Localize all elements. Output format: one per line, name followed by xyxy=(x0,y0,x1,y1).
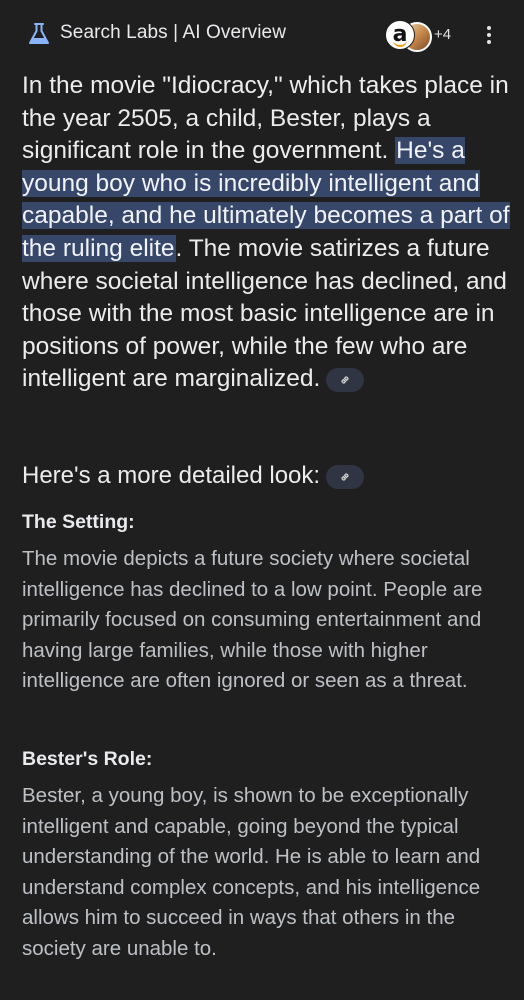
labs-flask-icon xyxy=(26,21,52,47)
details-heading-text: Here's a more detailed look: xyxy=(22,462,321,489)
sources-button[interactable]: a +4 xyxy=(385,20,465,52)
details-heading: Here's a more detailed look: xyxy=(22,460,365,492)
bester-role-section-body: Bester, a young boy, is shown to be exce… xyxy=(22,784,481,960)
details-link-button[interactable] xyxy=(326,464,365,489)
sources-count: +4 xyxy=(434,26,452,43)
bester-role-section-title: Bester's Role: xyxy=(22,748,153,770)
link-icon xyxy=(341,472,349,481)
citation-link-button[interactable] xyxy=(326,367,365,392)
amazon-logo-icon: a xyxy=(385,20,415,50)
setting-section-body: The movie depicts a future society where… xyxy=(22,547,483,692)
ai-overview-header: Search Labs | AI Overview a +4 xyxy=(0,0,524,70)
header-title: Search Labs | AI Overview xyxy=(60,22,287,43)
link-icon xyxy=(341,376,349,384)
setting-section-title: The Setting: xyxy=(22,511,135,533)
overview-paragraph: In the movie "Idiocracy," which takes pl… xyxy=(22,70,512,396)
more-vert-icon[interactable] xyxy=(480,22,500,48)
